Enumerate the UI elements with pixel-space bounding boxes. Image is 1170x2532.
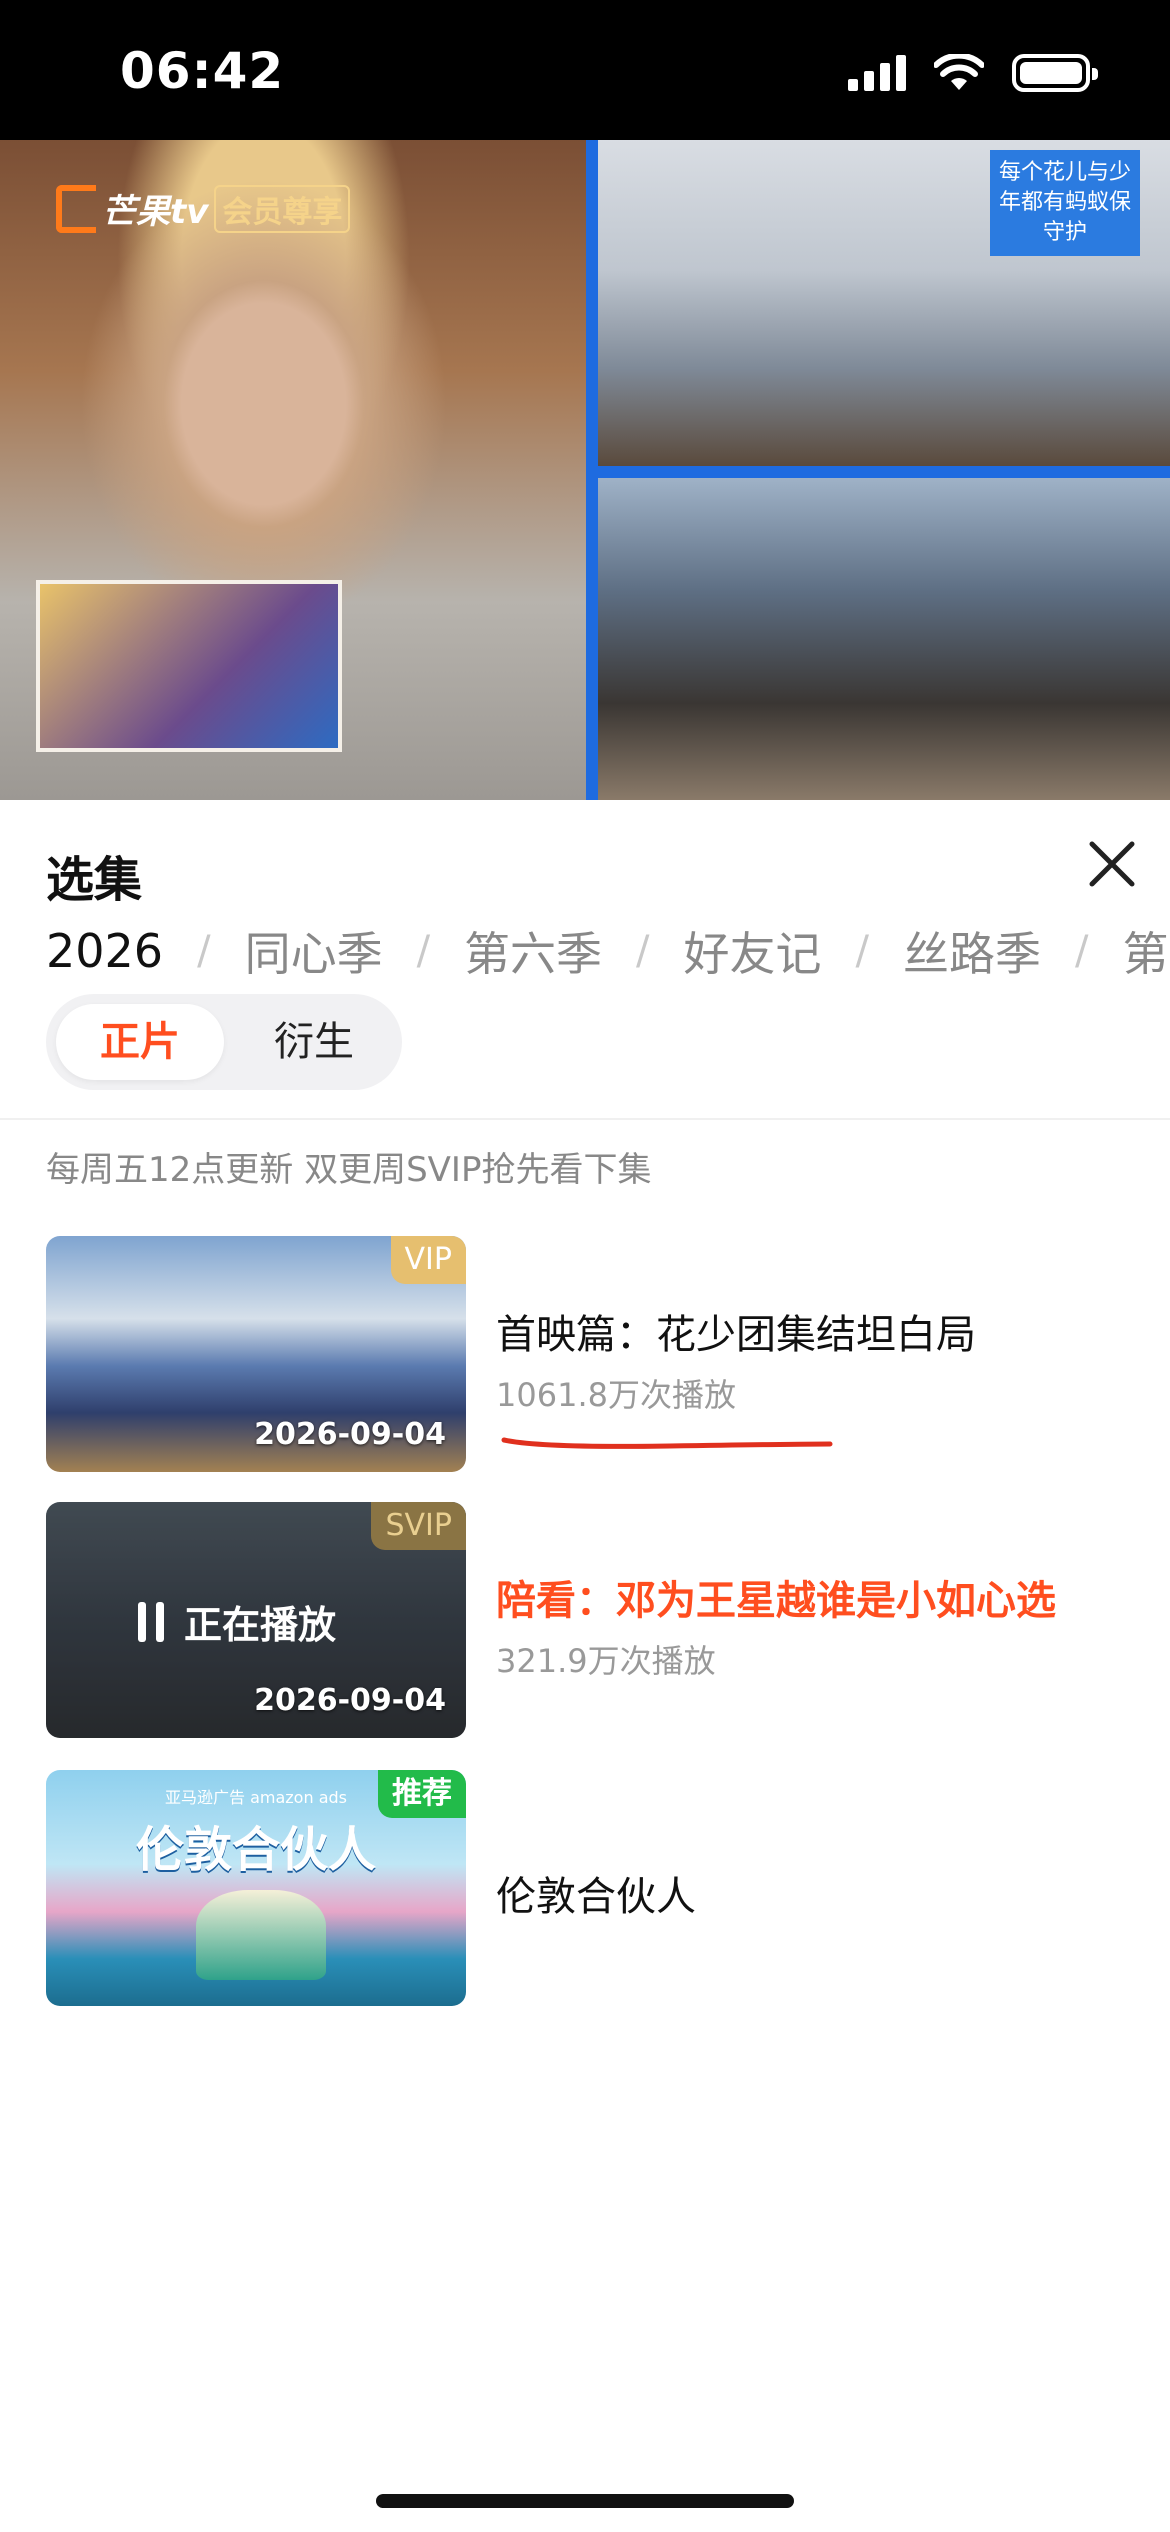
video-split-divider-h: [586, 466, 1170, 478]
mangotv-logo: 芒果tv 会员尊享: [56, 184, 351, 233]
logo-badge: 会员尊享: [214, 184, 351, 233]
episode-thumbnail[interactable]: SVIP 正在播放 2026-09-04: [46, 1502, 466, 1738]
season-separator: /: [197, 928, 211, 974]
episode-views: 321.9万次播放: [496, 1642, 716, 1680]
now-playing-indicator: 正在播放: [138, 1594, 336, 1649]
episode-views: 1061.8万次播放: [496, 1376, 736, 1414]
season-tab-friends[interactable]: 好友记: [684, 918, 822, 984]
close-icon[interactable]: [1086, 838, 1138, 890]
thumbnail-title: 伦敦合伙人: [135, 1822, 376, 1878]
season-tabs: 2026 / 同心季 / 第六季 / 好友记 / 丝路季 / 第: [46, 918, 1169, 984]
episode-item-playing[interactable]: SVIP 正在播放 2026-09-04 陪看：邓为王星越谁是小如心选 321.…: [46, 1502, 1146, 1738]
panel-title: 选集: [46, 852, 143, 908]
segment-derivative[interactable]: 衍生: [244, 1004, 384, 1080]
update-note: 每周五12点更新 双更周SVIP抢先看下集: [46, 1150, 652, 1190]
recommended-item[interactable]: 亚马逊广告 amazon ads 伦敦合伙人 推荐 伦敦合伙人: [46, 1770, 1146, 2006]
video-frame-top-right: 每个花儿与少年都有蚂蚁保守护: [598, 140, 1170, 466]
season-separator: /: [636, 928, 650, 974]
season-separator: /: [1075, 928, 1089, 974]
season-tab-2026[interactable]: 2026: [46, 924, 163, 978]
recommended-title: 伦敦合伙人: [496, 1874, 696, 1920]
episode-date: 2026-09-04: [254, 1417, 446, 1452]
logo-text: 芒果tv: [102, 192, 209, 232]
now-playing-label: 正在播放: [184, 1603, 337, 1647]
season-tab-more[interactable]: 第: [1123, 918, 1169, 984]
season-tab-season6[interactable]: 第六季: [464, 918, 602, 984]
episode-date: 2026-09-04: [254, 1683, 446, 1718]
episode-thumbnail[interactable]: VIP 2026-09-04: [46, 1236, 466, 1472]
recommended-thumbnail[interactable]: 亚马逊广告 amazon ads 伦敦合伙人 推荐: [46, 1770, 466, 2006]
status-bar: 06:42: [0, 0, 1170, 140]
vip-badge: VIP: [390, 1236, 466, 1284]
divider: [0, 1118, 1170, 1120]
status-time: 06:42: [120, 42, 285, 100]
wifi-icon: [934, 54, 984, 90]
battery-icon: [1012, 54, 1098, 92]
episode-title: 首映篇：花少团集结坦白局: [496, 1312, 976, 1358]
video-player[interactable]: 每个花儿与少年都有蚂蚁保守护 芒果tv 会员尊享: [0, 140, 1170, 800]
highlight-underline: [501, 1437, 833, 1449]
season-separator: /: [855, 928, 870, 974]
content-type-toggle: 正片 衍生: [46, 994, 402, 1090]
mangotv-logo-icon: [56, 184, 96, 233]
video-sign: 每个花儿与少年都有蚂蚁保守护: [990, 150, 1140, 256]
video-frame-bottom-right: [598, 478, 1170, 800]
season-tab-tongxin[interactable]: 同心季: [245, 918, 383, 984]
svip-badge: SVIP: [371, 1502, 466, 1550]
signal-icon: [848, 55, 906, 91]
episode-title: 陪看：邓为王星越谁是小如心选: [496, 1578, 1056, 1624]
status-icons: [848, 54, 1098, 92]
home-indicator[interactable]: [376, 2494, 794, 2508]
recommend-badge: 推荐: [378, 1770, 466, 1818]
season-tab-silkroad[interactable]: 丝路季: [903, 918, 1041, 984]
video-pip-frame: [36, 580, 342, 752]
season-separator: /: [416, 928, 431, 974]
ship-illustration: [196, 1890, 326, 1980]
segment-main[interactable]: 正片: [56, 1004, 224, 1080]
playing-bars-icon: [138, 1601, 164, 1642]
